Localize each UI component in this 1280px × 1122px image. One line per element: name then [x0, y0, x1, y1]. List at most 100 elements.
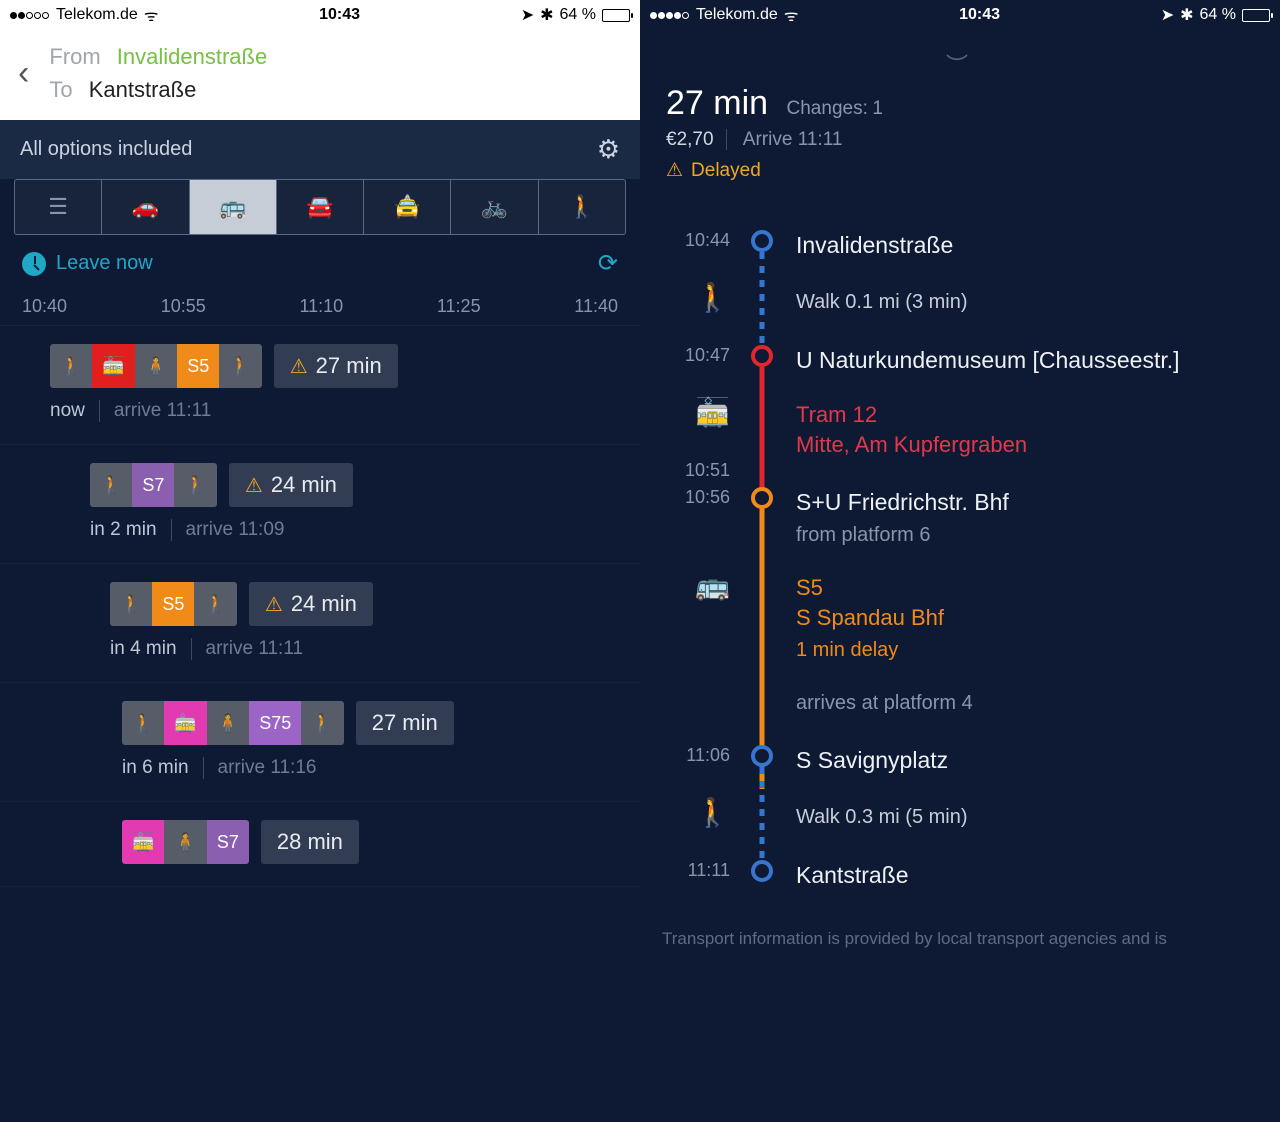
step-time: 11:06 [662, 745, 740, 766]
timeline-step[interactable]: 11:11Kantstraße [662, 860, 1258, 919]
battery-pct-left: 64 % [560, 6, 596, 24]
duration-badge: ⚠24 min [249, 582, 373, 626]
timeline-dot [751, 487, 773, 509]
status-time-left: 10:43 [158, 6, 520, 24]
segment-walk: 🚶 [301, 701, 343, 745]
segment-transit: S75 [249, 701, 301, 745]
route-card[interactable]: 🚶S7🚶⚠24 minin 2 minarrive 11:09 [0, 445, 640, 564]
line-destination: S Spandau Bhf [796, 603, 1258, 633]
warning-icon: ⚠ [290, 354, 308, 379]
status-time-right: 10:43 [798, 6, 1160, 24]
changes-value: 1 [872, 98, 883, 119]
timeline-step[interactable]: 11:06S Savignyplatz🚶Walk 0.3 mi (5 min) [662, 745, 1258, 860]
leave-now-button[interactable]: Leave now [56, 252, 153, 275]
route-card[interactable]: 🚶🚋🧍S75🚶27 minin 6 minarrive 11:16 [0, 683, 640, 802]
bluetooth-icon: ✱ [1180, 5, 1193, 25]
arrival-platform: arrives at platform 4 [796, 690, 1258, 717]
segment-walk: 🚶 [219, 344, 261, 388]
delay-info: 1 min delay [796, 637, 1258, 664]
segment-wait: 🧍 [135, 344, 177, 388]
bluetooth-icon: ✱ [540, 5, 553, 25]
step-time: 10:56 [662, 487, 740, 508]
options-label: All options included [20, 138, 192, 161]
leave-time: now [50, 400, 85, 422]
segment-transit: 🚋 [92, 344, 134, 388]
arrive-time: 11:11 [798, 129, 843, 150]
segment-transit: 🚋 [164, 701, 206, 745]
segment-end-time: 10:51 [662, 460, 740, 481]
mode-tab-carshare[interactable]: 🚘 [277, 180, 364, 234]
segment-walk: 🚶 [110, 582, 152, 626]
mode-tab-car[interactable]: 🚗 [102, 180, 189, 234]
segment-walk: 🚶 [194, 582, 236, 626]
battery-pct-right: 64 % [1200, 6, 1236, 24]
to-value[interactable]: Kantstraße [89, 77, 197, 102]
mode-tab-taxi[interactable]: 🚖 [364, 180, 451, 234]
mode-tab-walk[interactable]: 🚶 [539, 180, 625, 234]
arrive-time: arrive 11:11 [114, 400, 212, 422]
duration-badge: 27 min [356, 701, 454, 745]
wifi-icon: ᯤ [144, 4, 159, 26]
time-ticks: 10:40 10:55 11:10 11:25 11:40 [0, 292, 640, 326]
warning-icon: ⚠ [245, 473, 263, 498]
line-name: Tram 12 [796, 400, 1258, 430]
duration: 27 min [666, 84, 768, 123]
duration-badge: 28 min [261, 820, 359, 864]
timeline-dot [751, 230, 773, 252]
settings-gear-icon[interactable]: ⚙ [597, 134, 620, 165]
timeline-step[interactable]: 10:51 10:47 U Naturkundemuseum [Chausseest… [662, 345, 1258, 487]
segment-transit: S5 [152, 582, 194, 626]
signal-dots [10, 6, 50, 24]
duration-badge: ⚠27 min [274, 344, 398, 388]
mode-tab-transit[interactable]: 🚌 [190, 180, 277, 234]
location-icon: ➤ [521, 5, 534, 25]
line-destination: Mitte, Am Kupfergraben [796, 430, 1258, 460]
segment-walk: 🚶 [50, 344, 92, 388]
arrive-label: Arrive [743, 129, 793, 150]
segment-transit: S5 [177, 344, 219, 388]
segment-wait: 🧍 [164, 820, 206, 864]
stop-title: Invalidenstraße [796, 230, 1258, 261]
collapse-chevron-icon[interactable]: ︶ [666, 48, 1254, 80]
wifi-icon: ᯤ [784, 4, 799, 26]
from-value[interactable]: Invalidenstraße [117, 44, 267, 69]
timeline-step[interactable]: 10:44Invalidenstraße🚶Walk 0.1 mi (3 min) [662, 230, 1258, 345]
platform-info: from platform 6 [796, 522, 1258, 549]
to-label: To [49, 77, 72, 102]
line-name: S5 [796, 573, 1258, 603]
segment-walk: 🚶 [122, 701, 164, 745]
route-card[interactable]: 🚶S5🚶⚠24 minin 4 minarrive 11:11 [0, 564, 640, 683]
walk-sub: Walk 0.1 mi (3 min) [796, 289, 1258, 316]
route-card[interactable]: 🚋🧍S728 min [0, 802, 640, 887]
stop-title: U Naturkundemuseum [Chausseestr.] [796, 345, 1258, 376]
timeline-step[interactable]: 10:56S+U Friedrichstr. Bhffrom platform … [662, 487, 1258, 744]
mode-tab-all[interactable]: ☰ [15, 180, 102, 234]
route-card[interactable]: 🚶🚋🧍S5🚶⚠27 minnowarrive 11:11 [0, 326, 640, 445]
leave-time: in 4 min [110, 638, 177, 660]
segment-transit: S7 [207, 820, 249, 864]
step-time: 11:11 [662, 860, 740, 881]
walk-icon: 🚶 [662, 794, 740, 832]
refresh-button[interactable]: ⟳ [598, 249, 618, 278]
status-bar-left: Telekom.de ᯤ 10:43 ➤ ✱ 64 % [0, 0, 640, 30]
mode-tabs: ☰ 🚗 🚌 🚘 🚖 🚲 🚶 [14, 179, 626, 235]
back-button[interactable]: ‹ [18, 54, 29, 93]
delayed-label: Delayed [691, 160, 761, 182]
walk-icon: 🚶 [662, 279, 740, 317]
segment-wait: 🧍 [207, 701, 249, 745]
warning-icon: ⚠ [265, 592, 283, 617]
segment-walk: 🚶 [90, 463, 132, 507]
arrive-time: arrive 11:09 [186, 519, 285, 541]
tram-icon: 🚋 [662, 394, 740, 459]
arrive-time: arrive 11:16 [218, 757, 317, 779]
bus-icon: 🚌 [662, 567, 740, 716]
step-time: 10:47 [662, 345, 740, 366]
signal-dots [650, 6, 690, 24]
walk-sub: Walk 0.3 mi (5 min) [796, 804, 1258, 831]
warning-icon: ⚠ [666, 159, 683, 182]
timeline-dot [751, 860, 773, 882]
price: €2,70 [666, 129, 727, 150]
timeline-line [760, 767, 765, 867]
mode-tab-bike[interactable]: 🚲 [451, 180, 538, 234]
timeline-dot [751, 345, 773, 367]
